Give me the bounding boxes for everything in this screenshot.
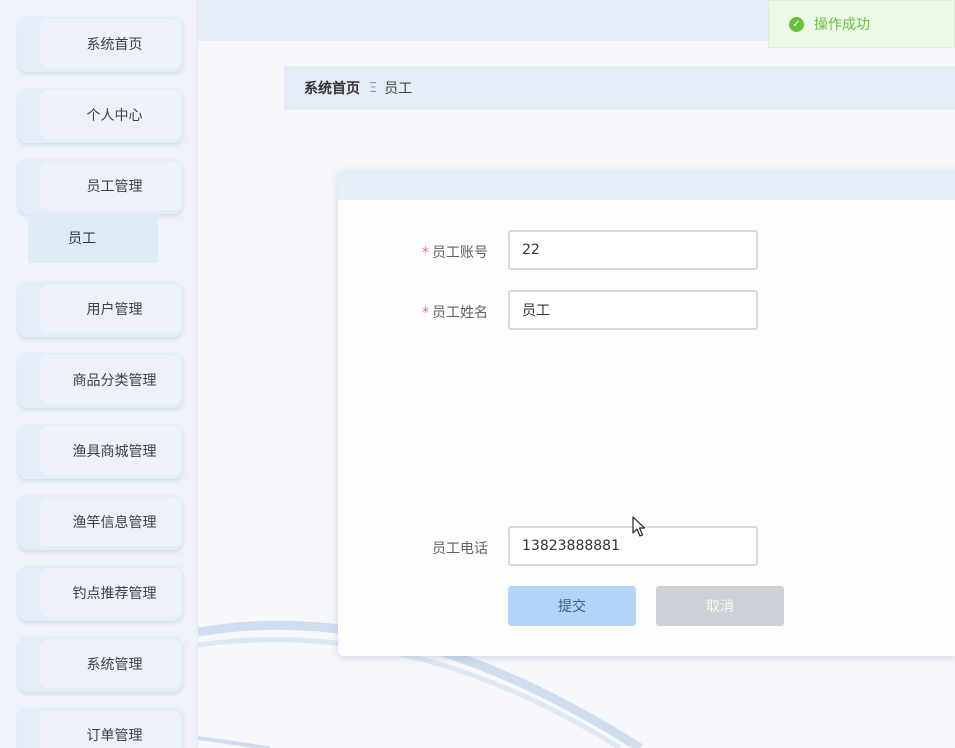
sidebar-item-label: 个人中心 [86, 107, 143, 124]
sidebar-item-label: 渔竿信息管理 [72, 514, 157, 531]
sidebar: 系统首页 个人中心 员工管理 员工 用户管理 商品分类管理 渔具商城管理 渔竿信… [0, 0, 198, 748]
breadcrumb-current: 员工 [384, 81, 413, 97]
breadcrumb: 系统首页 Ξ 员工 [284, 66, 955, 110]
sidebar-item-label: 系统首页 [86, 36, 143, 53]
sidebar-item-label: 钓点推荐管理 [72, 585, 157, 602]
account-label: * 员工账号 [422, 245, 488, 261]
sidebar-item-label: 系统管理 [86, 656, 143, 673]
card-header [338, 170, 955, 200]
toast-message: 操作成功 [814, 17, 870, 33]
sidebar-subitem-label: 员工 [68, 231, 96, 247]
sidebar-item-user-management[interactable]: 用户管理 [18, 282, 183, 337]
name-input[interactable]: 员工 [508, 290, 758, 330]
success-toast: ✓ 操作成功 [768, 0, 955, 48]
breadcrumb-home[interactable]: 系统首页 [304, 78, 360, 98]
sidebar-item-label: 订单管理 [86, 727, 143, 744]
required-mark: * [422, 305, 429, 321]
phone-value: 13823888881 [522, 538, 620, 554]
cancel-button[interactable]: 取消 [656, 586, 784, 626]
sidebar-item-shop-management[interactable]: 渔具商城管理 [18, 424, 183, 479]
check-circle-icon: ✓ [789, 16, 804, 32]
sidebar-item-spot-management[interactable]: 钓点推荐管理 [18, 566, 183, 621]
sidebar-item-home[interactable]: 系统首页 [18, 17, 183, 72]
required-mark: * [422, 245, 429, 261]
sidebar-item-system-management[interactable]: 系统管理 [18, 637, 183, 692]
sidebar-item-label: 用户管理 [86, 301, 143, 318]
breadcrumb-separator: Ξ [369, 80, 378, 96]
name-value: 员工 [522, 303, 550, 319]
sidebar-item-label: 商品分类管理 [72, 372, 157, 389]
submit-button[interactable]: 提交 [508, 586, 636, 626]
sidebar-item-label: 员工管理 [86, 178, 143, 195]
staff-form-card: * 员工账号 22 * 员工姓名 员工 员工电话 13823888881 提交 取消 [338, 170, 955, 656]
account-input[interactable]: 22 [508, 230, 758, 270]
account-value: 22 [522, 242, 540, 258]
sidebar-item-staff-management[interactable]: 员工管理 [18, 159, 183, 214]
sidebar-item-label: 渔具商城管理 [72, 443, 157, 460]
sidebar-item-rod-management[interactable]: 渔竿信息管理 [18, 495, 183, 550]
name-label: * 员工姓名 [422, 305, 488, 321]
sidebar-subitem-staff[interactable]: 员工 [28, 213, 158, 263]
phone-label: 员工电话 [432, 541, 488, 557]
sidebar-item-order-management[interactable]: 订单管理 [18, 708, 183, 748]
sidebar-item-profile[interactable]: 个人中心 [18, 88, 183, 143]
sidebar-item-category-management[interactable]: 商品分类管理 [18, 353, 183, 408]
mouse-cursor-icon [632, 516, 646, 537]
